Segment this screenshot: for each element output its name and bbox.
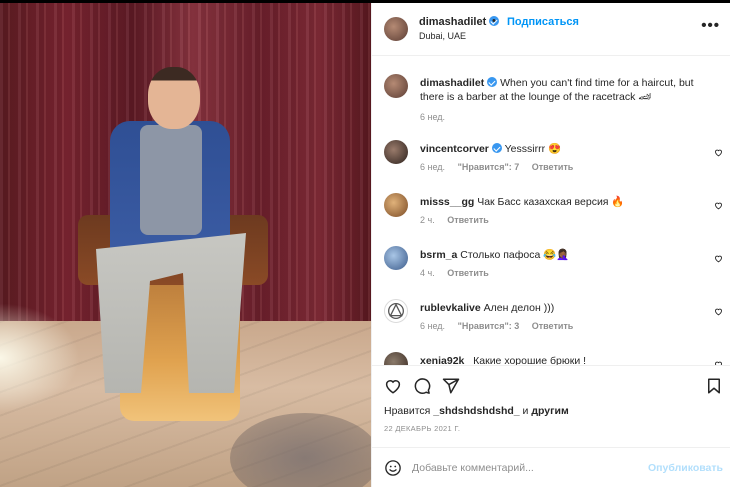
commenter-avatar[interactable] — [384, 193, 408, 217]
comment-meta: 4 ч. Ответить — [420, 268, 499, 278]
likes-conj: и — [522, 405, 529, 417]
likes-summary[interactable]: Нравится _shdshdshdshd_ и другим — [384, 405, 569, 417]
like-heart-icon[interactable] — [384, 377, 402, 395]
person-vest — [140, 125, 202, 235]
comment-text: Какие хорошие брюки ! — [473, 355, 587, 365]
logo-icon — [388, 303, 404, 319]
comment-meta: 6 нед. "Нравится": 3 Ответить — [420, 321, 583, 331]
like-comment-heart-icon[interactable] — [714, 307, 723, 316]
more-options-icon[interactable]: ••• — [701, 17, 720, 34]
publish-button[interactable]: Опубликовать — [648, 462, 723, 474]
like-comment-heart-icon[interactable] — [714, 148, 723, 157]
caption-meta: 6 нед. — [420, 112, 455, 122]
liker-username[interactable]: _shdshdshdshd_ — [433, 405, 519, 417]
likes-prefix: Нравится — [384, 405, 431, 417]
caption-time[interactable]: 6 нед. — [420, 112, 445, 122]
emoji-picker-icon[interactable] — [384, 459, 402, 477]
person-head — [148, 67, 200, 129]
author-avatar[interactable] — [384, 17, 408, 41]
add-comment-bar: Опубликовать — [372, 447, 730, 487]
post-photo[interactable] — [0, 3, 371, 487]
sunlight — [0, 303, 80, 413]
post-side-panel: dimashadilet • Подписаться Dubai, UAE ••… — [371, 3, 730, 487]
reply-button[interactable]: Ответить — [447, 268, 489, 278]
commenter-username[interactable]: xenia92k_ — [420, 355, 470, 365]
commenter-username[interactable]: rublevkalive — [420, 302, 481, 314]
comment-likes-count[interactable]: "Нравится": 7 — [458, 162, 520, 172]
comment-bubble-icon[interactable] — [413, 377, 431, 395]
commenter-username[interactable]: vincentcorver — [420, 143, 489, 155]
like-comment-heart-icon[interactable] — [714, 201, 723, 210]
comment-time[interactable]: 6 нед. — [420, 321, 445, 331]
post-location[interactable]: Dubai, UAE — [419, 31, 466, 41]
likes-others-link[interactable]: другим — [531, 405, 568, 417]
comment-time[interactable]: 4 ч. — [420, 268, 435, 278]
comment-text: Чак Басс казахская версия 🔥 — [477, 196, 625, 208]
comment-time[interactable]: 2 ч. — [420, 215, 435, 225]
save-bookmark-icon[interactable] — [705, 377, 723, 395]
commenter-avatar[interactable] — [384, 246, 408, 270]
comment-likes-count[interactable]: "Нравится": 3 — [458, 321, 520, 331]
caption-avatar[interactable] — [384, 74, 408, 98]
reply-button[interactable]: Ответить — [447, 215, 489, 225]
comments-list[interactable]: dimashadilet When you can't find time fo… — [372, 56, 730, 365]
post-date[interactable]: 22 ДЕКАБРЬ 2021 Г. — [384, 424, 460, 433]
verified-badge-icon — [487, 77, 498, 87]
share-send-icon[interactable] — [442, 377, 460, 395]
caption-username[interactable]: dimashadilet — [420, 77, 484, 89]
commenter-avatar[interactable] — [384, 352, 408, 365]
post-actions-bar — [372, 365, 730, 405]
comment-text: Ален делон ))) — [483, 302, 555, 314]
reply-button[interactable]: Ответить — [532, 162, 574, 172]
comment-input[interactable] — [412, 458, 642, 478]
reply-button[interactable]: Ответить — [532, 321, 574, 331]
commenter-avatar[interactable] — [384, 140, 408, 164]
comment-text: Yesssirrr 😍 — [504, 143, 562, 155]
commenter-username[interactable]: misss__gg — [420, 196, 474, 208]
post-header: dimashadilet • Подписаться Dubai, UAE ••… — [372, 3, 730, 56]
comment-meta: 2 ч. Ответить — [420, 215, 499, 225]
comment-meta: 6 нед. "Нравится": 7 Ответить — [420, 162, 583, 172]
verified-badge-icon — [491, 143, 502, 153]
follow-button[interactable]: Подписаться — [507, 16, 579, 28]
commenter-avatar[interactable] — [384, 299, 408, 323]
author-username[interactable]: dimashadilet — [419, 16, 500, 28]
header-separator: • — [492, 15, 496, 27]
comment-time[interactable]: 6 нед. — [420, 162, 445, 172]
comment-text: Столько пафоса 😂🤦🏾‍♀️ — [460, 249, 570, 261]
like-comment-heart-icon[interactable] — [714, 254, 723, 263]
commenter-username[interactable]: bsrm_a — [420, 249, 457, 261]
